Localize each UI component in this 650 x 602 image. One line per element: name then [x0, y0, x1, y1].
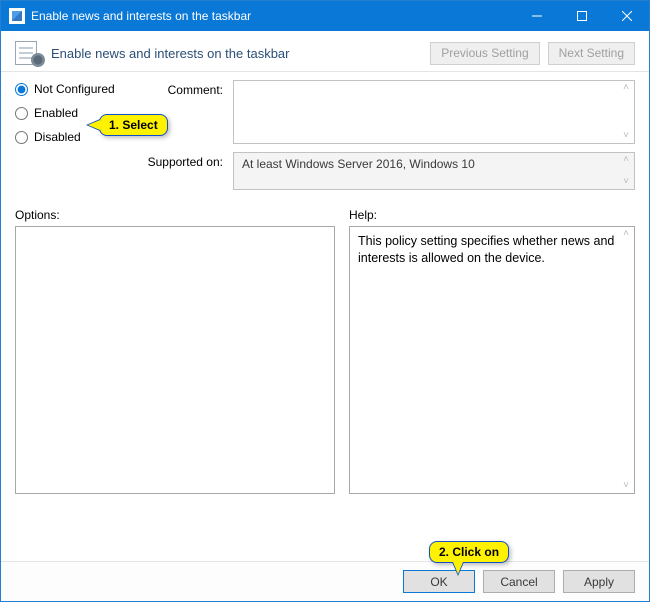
policy-icon [15, 41, 43, 65]
supported-on-label: Supported on: [15, 152, 229, 169]
titlebar: Enable news and interests on the taskbar [1, 1, 649, 31]
chevron-up-icon: ˄ [620, 83, 632, 93]
options-label: Options: [15, 208, 335, 222]
supported-on-box: At least Windows Server 2016, Windows 10… [233, 152, 635, 190]
radio-disabled-label: Disabled [34, 130, 81, 144]
options-pane [15, 226, 335, 494]
chevron-up-icon: ˄ [620, 229, 632, 239]
apply-button[interactable]: Apply [563, 570, 635, 593]
maximize-button[interactable] [559, 1, 604, 31]
radio-not-configured-label: Not Configured [34, 82, 115, 96]
comment-label: Comment: [159, 80, 229, 97]
next-setting-button[interactable]: Next Setting [548, 42, 635, 65]
chevron-down-icon: ˅ [620, 177, 632, 187]
chevron-up-icon: ˄ [620, 155, 632, 165]
previous-setting-button[interactable]: Previous Setting [430, 42, 539, 65]
policy-header: Enable news and interests on the taskbar… [1, 31, 649, 72]
supported-on-text: At least Windows Server 2016, Windows 10 [242, 157, 475, 171]
dialog-footer: OK Cancel Apply [1, 561, 649, 601]
window-title: Enable news and interests on the taskbar [31, 9, 514, 23]
minimize-button[interactable] [514, 1, 559, 31]
help-pane: This policy setting specifies whether ne… [349, 226, 635, 494]
radio-not-configured[interactable]: Not Configured [15, 82, 155, 96]
comment-textarea[interactable]: ˄ ˅ [233, 80, 635, 144]
chevron-down-icon: ˅ [620, 481, 632, 491]
help-label: Help: [349, 208, 635, 222]
ok-button[interactable]: OK [403, 570, 475, 593]
policy-title: Enable news and interests on the taskbar [51, 46, 430, 61]
cancel-button[interactable]: Cancel [483, 570, 555, 593]
close-button[interactable] [604, 1, 649, 31]
window-icon [9, 8, 25, 24]
help-text: This policy setting specifies whether ne… [358, 234, 614, 265]
radio-enabled-label: Enabled [34, 106, 78, 120]
annotation-select: 1. Select [99, 114, 168, 136]
chevron-down-icon: ˅ [620, 131, 632, 141]
annotation-click-on: 2. Click on [429, 541, 509, 563]
